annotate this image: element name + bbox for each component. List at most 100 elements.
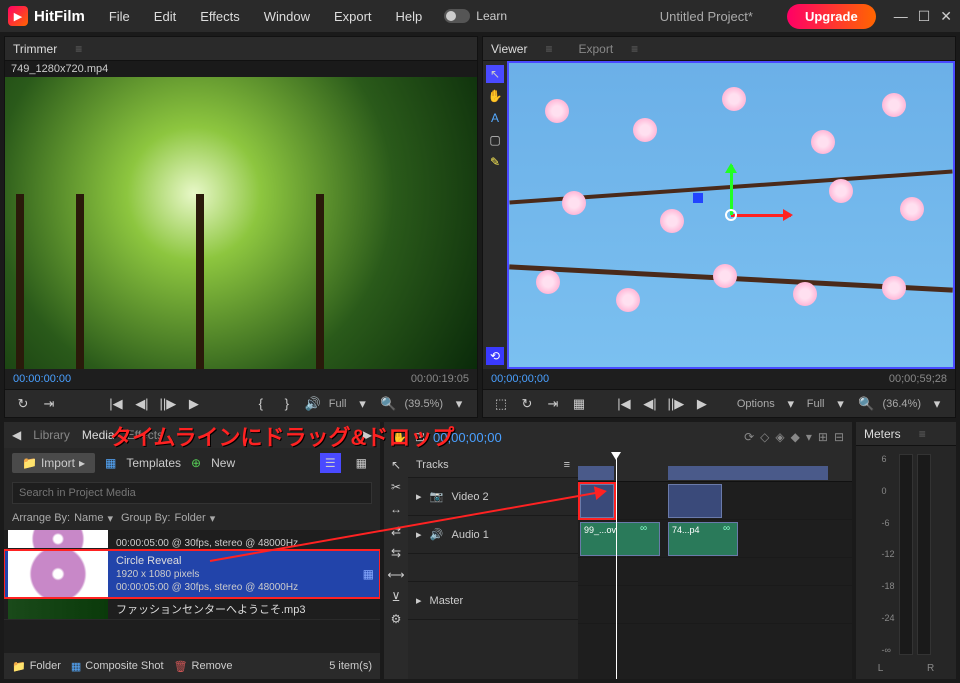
tab-media[interactable]: Media: [82, 428, 115, 442]
panel-menu-icon[interactable]: ≡: [919, 427, 926, 441]
list-view-icon[interactable]: ☰: [320, 453, 341, 473]
overlay-icon[interactable]: ▦: [569, 394, 589, 414]
dropdown-icon[interactable]: ▾: [927, 394, 947, 414]
search-input[interactable]: [12, 482, 372, 504]
tl-tool-icon[interactable]: ⊞: [818, 430, 828, 444]
set-in-icon[interactable]: ⇥: [543, 394, 563, 414]
xy-plane-handle[interactable]: [693, 193, 703, 203]
play-icon[interactable]: ▶: [184, 394, 204, 414]
roll-tool-icon[interactable]: ⇆: [387, 544, 405, 562]
rate-tool-icon[interactable]: ⟷: [387, 566, 405, 584]
timeline-clip[interactable]: 99_...ov: [580, 522, 660, 556]
upgrade-button[interactable]: Upgrade: [787, 4, 876, 29]
menu-help[interactable]: Help: [386, 5, 433, 28]
tl-tool-icon[interactable]: ▾: [806, 430, 812, 444]
set-in-icon[interactable]: ⇥: [39, 394, 59, 414]
cursor-tool-icon[interactable]: ⊡: [415, 430, 425, 444]
new-composite-button[interactable]: ▦Composite Shot: [71, 660, 164, 673]
tab-effects[interactable]: Effects: [127, 428, 163, 442]
track-header-audio1[interactable]: ▸ 🔊 Audio 1: [408, 516, 578, 554]
volume-icon[interactable]: 🔊: [303, 394, 323, 414]
playhead[interactable]: [616, 452, 617, 679]
tab-meters[interactable]: Meters: [864, 427, 901, 441]
viewer-options[interactable]: Options: [737, 398, 775, 410]
panel-menu-icon[interactable]: ≡: [75, 42, 82, 56]
arrange-by-dropdown[interactable]: Arrange By: Name ▾: [12, 512, 113, 525]
track-header-master[interactable]: ▸ Master: [408, 582, 578, 620]
menu-edit[interactable]: Edit: [144, 5, 186, 28]
viewer-tc-in[interactable]: 00;00;00;00: [491, 373, 549, 385]
menu-export[interactable]: Export: [324, 5, 382, 28]
list-item[interactable]: ファッションセンターへようこそ.mp3: [4, 598, 380, 620]
learn-toggle[interactable]: [444, 9, 470, 23]
pen-tool-icon[interactable]: ✎: [486, 153, 504, 171]
slice-tool-icon[interactable]: ✂: [387, 478, 405, 496]
audio-lane[interactable]: 99_...ov 74...p4 ∞ ∞: [578, 520, 852, 558]
slip-tool-icon[interactable]: ↔: [387, 500, 405, 518]
snap-tool-icon[interactable]: ⊻: [387, 588, 405, 606]
group-by-dropdown[interactable]: Group By: Folder ▾: [121, 512, 215, 525]
prev-frame-icon[interactable]: ◀|: [132, 394, 152, 414]
grid-view-icon[interactable]: ▦: [351, 453, 372, 473]
collapse-icon[interactable]: ▸: [416, 594, 422, 607]
tl-tool-icon[interactable]: ◈: [775, 430, 784, 444]
minimize-icon[interactable]: —: [894, 8, 908, 25]
import-button[interactable]: 📁 Import ▸: [12, 453, 95, 473]
templates-button[interactable]: Templates: [126, 456, 181, 470]
tl-tool-icon[interactable]: ◆: [791, 430, 800, 444]
new-folder-button[interactable]: 📁Folder: [12, 660, 61, 673]
scroll-left-icon[interactable]: ◀: [12, 428, 21, 442]
viewer-full[interactable]: Full: [807, 398, 825, 410]
menu-file[interactable]: File: [99, 5, 140, 28]
ripple-tool-icon[interactable]: ⇄: [387, 522, 405, 540]
maximize-icon[interactable]: ☐: [918, 8, 931, 25]
hand-tool-icon[interactable]: ✋: [486, 87, 504, 105]
prev-frame-icon[interactable]: ◀|: [640, 394, 660, 414]
panel-menu-icon[interactable]: ≡: [545, 42, 552, 56]
timeline-timecode[interactable]: 00;00;00;00: [433, 430, 502, 445]
viewer-canvas[interactable]: [507, 61, 955, 369]
goto-start-icon[interactable]: |◀: [614, 394, 634, 414]
play-icon[interactable]: ▶: [692, 394, 712, 414]
x-axis-handle[interactable]: [731, 214, 791, 217]
tab-library[interactable]: Library: [33, 428, 70, 442]
tl-tool-icon[interactable]: ◇: [760, 430, 769, 444]
new-button[interactable]: New: [211, 456, 235, 470]
pause-icon[interactable]: ||▶: [158, 394, 178, 414]
zoom-icon[interactable]: 🔍: [856, 394, 876, 414]
hand-tool-icon[interactable]: ✋: [392, 430, 407, 444]
trimmer-tc-in[interactable]: 00:00:00:00: [13, 373, 71, 385]
tab-export[interactable]: Export: [578, 42, 613, 56]
snap-icon[interactable]: ⬚: [491, 394, 511, 414]
goto-start-icon[interactable]: |◀: [106, 394, 126, 414]
remove-button[interactable]: 🗑Remove: [174, 660, 233, 673]
pause-icon[interactable]: ||▶: [666, 394, 686, 414]
tl-tool-icon[interactable]: ⟳: [744, 430, 754, 444]
collapse-icon[interactable]: ▸: [416, 490, 422, 503]
scroll-right-icon[interactable]: ▶: [363, 428, 372, 442]
list-item-selected[interactable]: Circle Reveal 1920 x 1080 pixels 00:00:0…: [4, 550, 380, 598]
settings-icon[interactable]: ⚙: [387, 610, 405, 628]
text-tool-icon[interactable]: A: [486, 109, 504, 127]
mark-in-icon[interactable]: {: [251, 394, 271, 414]
select-tool-icon[interactable]: ↖: [387, 456, 405, 474]
panel-menu-icon[interactable]: ≡: [631, 42, 638, 56]
menu-window[interactable]: Window: [254, 5, 320, 28]
dropdown-icon[interactable]: ▾: [830, 394, 850, 414]
menu-effects[interactable]: Effects: [190, 5, 250, 28]
select-tool-icon[interactable]: ↖: [486, 65, 504, 83]
close-icon[interactable]: ✕: [940, 8, 952, 25]
orbit-tool-icon[interactable]: ⟲: [486, 347, 504, 365]
tl-tool-icon[interactable]: ⊟: [834, 430, 844, 444]
master-lane[interactable]: [578, 586, 852, 624]
tracks-menu-icon[interactable]: ≡: [564, 459, 570, 471]
zoom-icon[interactable]: 🔍: [378, 394, 398, 414]
tab-viewer[interactable]: Viewer: [491, 42, 527, 56]
dropdown-icon[interactable]: ▾: [352, 394, 372, 414]
tab-trimmer[interactable]: Trimmer: [13, 42, 57, 56]
mask-tool-icon[interactable]: ▢: [486, 131, 504, 149]
timeline-clip-drop[interactable]: [580, 484, 614, 518]
collapse-icon[interactable]: ▸: [416, 528, 422, 541]
dropdown-icon[interactable]: ▾: [781, 394, 801, 414]
gizmo-center[interactable]: [725, 209, 737, 221]
